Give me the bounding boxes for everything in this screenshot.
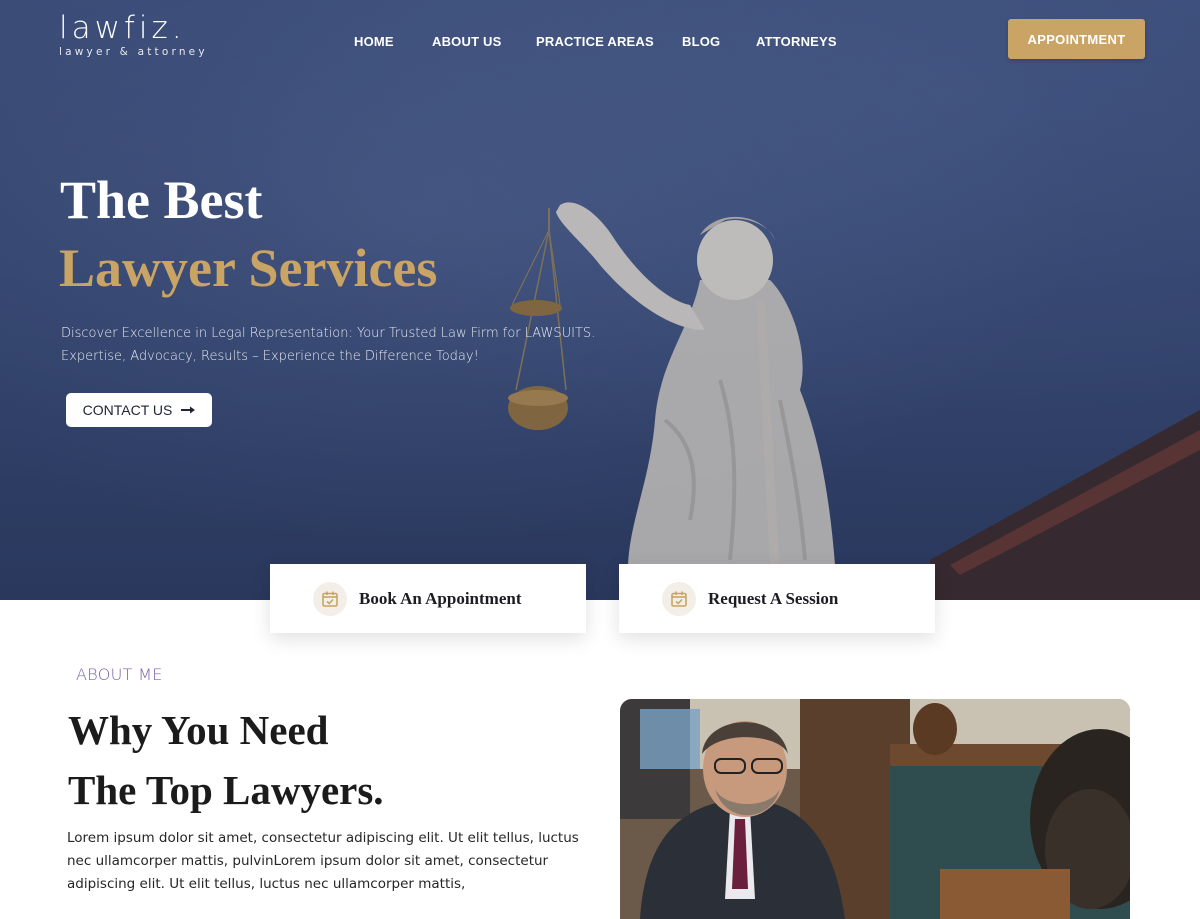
about-eyebrow: ABOUT ME <box>76 665 163 684</box>
contact-us-button[interactable]: CONTACT US <box>66 393 212 427</box>
justice-statue-image <box>0 0 1200 600</box>
contact-us-label: CONTACT US <box>82 402 173 418</box>
nav-item-about-us[interactable]: ABOUT US <box>432 34 502 49</box>
about-title-line1: Why You Need <box>68 707 329 753</box>
request-session-card[interactable]: Request A Session <box>619 564 935 633</box>
hero-section: lawfiz. lawyer & attorney HOME ABOUT US … <box>0 0 1200 600</box>
nav-item-blog[interactable]: BLOG <box>682 34 720 49</box>
nav-item-practice-areas[interactable]: PRACTICE AREAS <box>536 34 654 49</box>
book-appointment-card[interactable]: Book An Appointment <box>270 564 586 633</box>
request-session-label: Request A Session <box>708 588 839 608</box>
appointment-button[interactable]: APPOINTMENT <box>1008 19 1145 59</box>
nav-item-attorneys[interactable]: ATTORNEYS <box>756 34 837 49</box>
arrow-right-icon <box>181 406 196 414</box>
lawyer-photo <box>620 699 1130 919</box>
hero-title-line2: Lawyer Services <box>59 238 438 298</box>
about-title-line2: The Top Lawyers. <box>68 767 384 813</box>
calendar-check-icon <box>662 581 696 616</box>
about-text: Lorem ipsum dolor sit amet, consectetur … <box>67 830 579 892</box>
hero-title-line1: The Best <box>60 170 263 230</box>
hero-description: Discover Excellence in Legal Representat… <box>61 326 596 364</box>
calendar-check-icon <box>313 581 347 616</box>
book-appointment-label: Book An Appointment <box>359 588 522 608</box>
nav-item-home[interactable]: HOME <box>354 34 394 49</box>
